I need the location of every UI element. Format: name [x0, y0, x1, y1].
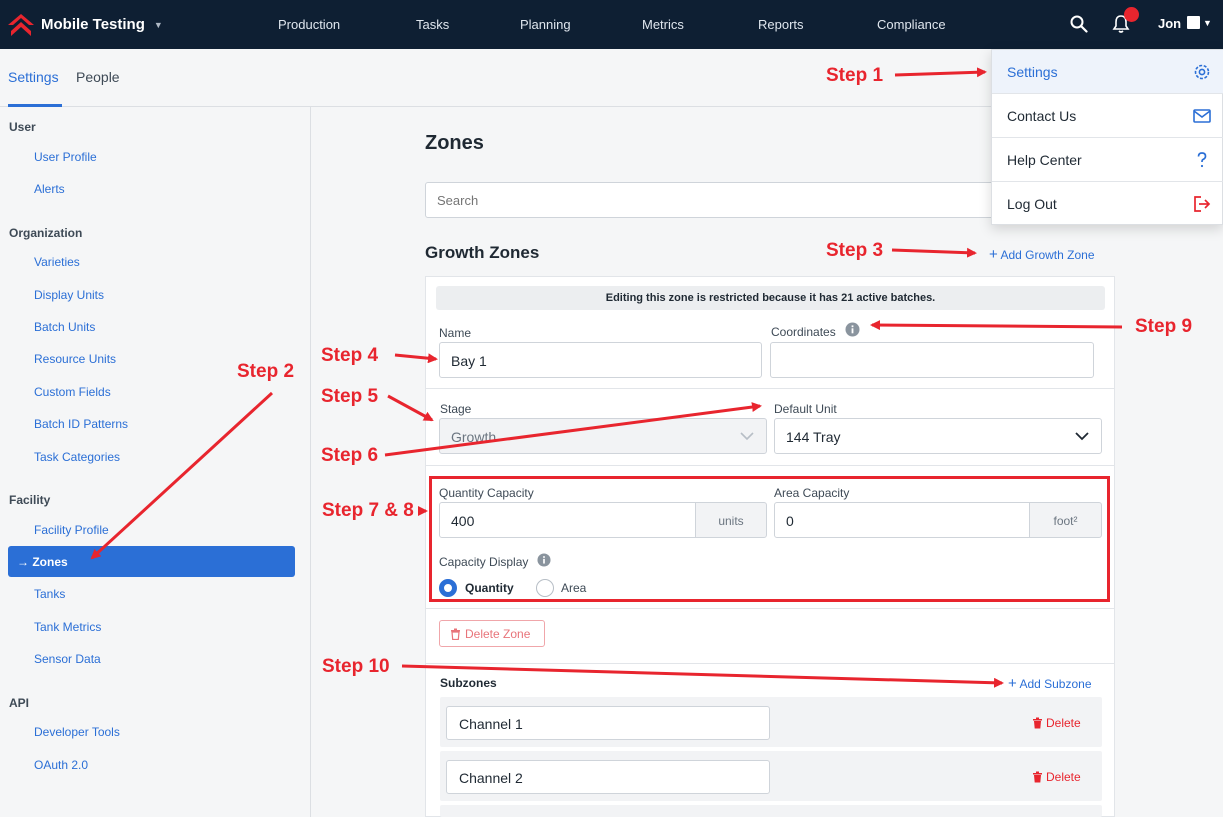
sidebar-item-user-profile[interactable]: User Profile [34, 150, 97, 164]
sidebar-item-alerts[interactable]: Alerts [34, 182, 65, 196]
sidebar-item-resource-units[interactable]: Resource Units [34, 352, 116, 366]
logo-icon [8, 13, 34, 36]
divider [426, 608, 1114, 609]
step-10-label: Step 10 [322, 656, 390, 677]
sidebar-item-tanks[interactable]: Tanks [34, 587, 65, 601]
subzone-name-field[interactable]: Channel 2 [446, 760, 770, 794]
capacity-highlight [429, 476, 1110, 602]
sidebar-section-organization: Organization [9, 226, 83, 240]
divider [426, 465, 1114, 466]
sidebar-item-facility-profile[interactable]: Facility Profile [34, 523, 109, 537]
add-subzone-button[interactable]: + Add Subzone [1008, 675, 1092, 692]
name-label: Name [439, 326, 472, 340]
search-icon[interactable] [1070, 15, 1088, 33]
step-7-8-label: Step 7 & 8 [322, 500, 414, 521]
chevron-down-icon [1075, 432, 1089, 441]
subzone-row [440, 805, 1102, 817]
step-2-label: Step 2 [237, 361, 295, 382]
tab-settings[interactable]: Settings [8, 69, 59, 85]
trash-icon [1033, 717, 1042, 729]
step-6-label: Step 6 [321, 445, 379, 466]
sidebar-item-varieties[interactable]: Varieties [34, 255, 80, 269]
sidebar-section-user: User [9, 120, 36, 134]
nav-tasks[interactable]: Tasks [416, 17, 449, 32]
sidebar-item-developer-tools[interactable]: Developer Tools [34, 725, 120, 739]
gear-icon [1194, 64, 1210, 80]
nav-planning[interactable]: Planning [520, 17, 571, 32]
coordinates-field[interactable] [770, 342, 1094, 378]
nav-compliance[interactable]: Compliance [877, 17, 946, 32]
delete-zone-button[interactable]: Delete Zone [439, 620, 545, 647]
menu-item-help-center[interactable]: Help Center [992, 138, 1223, 182]
plus-icon: + [1008, 675, 1017, 692]
user-dropdown-menu: Settings Contact Us Help Center Log Out [991, 49, 1223, 225]
chevron-down-icon [740, 432, 754, 441]
subzone-name-field[interactable]: Channel 1 [446, 706, 770, 740]
add-growth-zone-button[interactable]: + Add Growth Zone [989, 246, 1095, 263]
question-icon [1197, 152, 1207, 168]
trash-icon [451, 628, 460, 641]
nav-production[interactable]: Production [278, 17, 340, 32]
sidebar-item-batch-units[interactable]: Batch Units [34, 320, 95, 334]
divider [426, 388, 1114, 389]
subzones-title: Subzones [440, 676, 497, 690]
default-unit-label: Default Unit [774, 402, 837, 416]
sidebar-section-facility: Facility [9, 493, 51, 507]
divider [426, 663, 1114, 664]
trash-icon [1033, 771, 1042, 783]
sidebar-item-custom-fields[interactable]: Custom Fields [34, 385, 111, 399]
restriction-notice: Editing this zone is restricted because … [436, 286, 1105, 310]
chevron-down-icon: ▼ [153, 19, 163, 30]
stage-select: Growth [439, 418, 767, 454]
sidebar-item-tank-metrics[interactable]: Tank Metrics [34, 620, 101, 634]
sidebar-section-api: API [9, 696, 30, 710]
sidebar-item-oauth[interactable]: OAuth 2.0 [34, 758, 88, 772]
step-4-label: Step 4 [321, 345, 379, 366]
info-icon[interactable] [845, 322, 860, 337]
coordinates-label: Coordinates [771, 325, 836, 339]
logout-icon [1194, 196, 1211, 212]
brand-switcher[interactable]: Mobile Testing ▼ [8, 0, 163, 49]
subzone-delete-button[interactable]: Delete [1032, 716, 1081, 730]
mail-icon [1193, 109, 1211, 123]
menu-item-contact-us[interactable]: Contact Us [992, 94, 1223, 138]
user-name[interactable]: Jon [1158, 16, 1181, 31]
subzone-delete-button[interactable]: Delete [1032, 770, 1081, 784]
name-field[interactable]: Bay 1 [439, 342, 762, 378]
growth-zones-title: Growth Zones [425, 243, 540, 262]
stage-label: Stage [440, 402, 472, 416]
default-unit-select[interactable]: 144 Tray [774, 418, 1102, 454]
sidebar-item-zones[interactable]: → Zones [8, 546, 295, 577]
plus-icon: + [989, 246, 998, 263]
notification-badge [1124, 7, 1139, 22]
menu-item-settings[interactable]: Settings [992, 50, 1223, 94]
tab-people[interactable]: People [76, 69, 120, 85]
nav-metrics[interactable]: Metrics [642, 17, 684, 32]
menu-item-log-out[interactable]: Log Out [992, 182, 1223, 226]
avatar[interactable] [1187, 16, 1200, 29]
chevron-down-icon[interactable]: ▼ [1203, 18, 1212, 28]
step-5-label: Step 5 [321, 386, 379, 407]
step-1-label: Step 1 [826, 65, 884, 86]
sidebar-item-sensor-data[interactable]: Sensor Data [34, 652, 101, 666]
top-nav: Mobile Testing ▼ Production Tasks Planni… [0, 0, 1223, 49]
sidebar-item-batch-id-patterns[interactable]: Batch ID Patterns [34, 417, 128, 431]
step-9-label: Step 9 [1135, 316, 1193, 337]
app-title: Mobile Testing [41, 16, 145, 33]
sidebar-item-display-units[interactable]: Display Units [34, 288, 104, 302]
step-3-label: Step 3 [826, 240, 884, 261]
sidebar-item-task-categories[interactable]: Task Categories [34, 450, 120, 464]
nav-reports[interactable]: Reports [758, 17, 804, 32]
page-title: Zones [425, 132, 484, 154]
